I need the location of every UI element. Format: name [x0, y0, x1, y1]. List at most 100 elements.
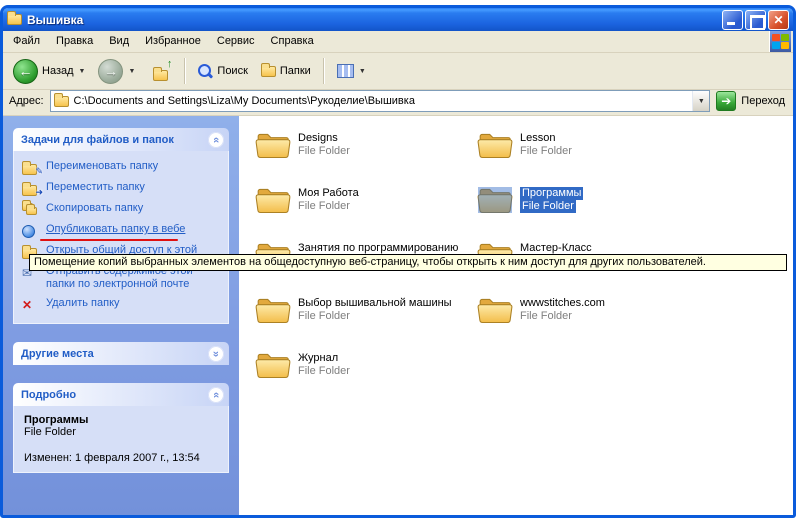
folders-label: Папки	[280, 65, 311, 77]
windows-logo	[769, 31, 791, 52]
address-folder-icon	[54, 96, 69, 107]
file-item[interactable]: DesignsFile Folder	[255, 130, 469, 185]
collapse-chevron-icon[interactable]: «	[208, 387, 224, 403]
file-type: File Folder	[520, 200, 576, 213]
rename-folder-icon: ✎	[22, 160, 40, 175]
go-label: Переход	[741, 95, 785, 107]
forward-button[interactable]: → ▼	[93, 55, 140, 88]
details-header[interactable]: Подробно «	[13, 383, 229, 406]
file-name: wwwstitches.com	[520, 297, 605, 310]
file-tasks-title: Задачи для файлов и папок	[21, 134, 174, 146]
file-name: Выбор вышивальной машины	[298, 297, 452, 310]
go-icon: ➔	[716, 91, 736, 111]
file-type: File Folder	[520, 310, 572, 323]
window-folder-icon	[7, 14, 22, 25]
address-path[interactable]: C:\Documents and Settings\Liza\My Docume…	[74, 95, 688, 107]
details-type: File Folder	[24, 426, 218, 438]
task-label: Скопировать папку	[46, 202, 222, 215]
window-controls	[722, 10, 789, 30]
screen: Вышивка Файл Правка Вид Избранное Сервис…	[0, 0, 796, 521]
menu-edit[interactable]: Правка	[48, 31, 101, 52]
forward-icon: →	[98, 59, 123, 84]
menu-help[interactable]: Справка	[263, 31, 322, 52]
forward-dropdown-icon[interactable]: ▼	[128, 68, 135, 75]
file-name: Designs	[298, 132, 338, 145]
expand-chevron-icon[interactable]: «	[208, 346, 224, 362]
views-icon	[337, 64, 354, 78]
file-tasks-body: ✎ Переименовать папку ➜ Переместить папк…	[13, 151, 229, 324]
task-publish-folder[interactable]: Опубликовать папку в вебе	[18, 220, 224, 241]
task-label: Переименовать папку	[46, 160, 222, 173]
folder-icon	[477, 185, 513, 214]
minimize-button[interactable]	[722, 10, 743, 30]
address-bar: Адрес: C:\Documents and Settings\Liza\My…	[3, 90, 793, 116]
details-body: Программы File Folder Изменен: 1 февраля…	[13, 406, 229, 473]
section-other-places: Другие места «	[13, 342, 229, 365]
go-button[interactable]: ➔ Переход	[716, 91, 787, 111]
file-tasks-header[interactable]: Задачи для файлов и папок «	[13, 128, 229, 151]
details-name: Программы	[24, 414, 218, 426]
file-item[interactable]: LessonFile Folder	[477, 130, 691, 185]
file-type: File Folder	[520, 145, 572, 158]
folders-button[interactable]: Папки	[256, 61, 316, 81]
search-button[interactable]: Поиск	[193, 60, 252, 83]
search-icon	[198, 64, 213, 79]
other-places-title: Другие места	[21, 348, 94, 360]
folder-icon	[255, 130, 291, 159]
task-pane: Задачи для файлов и папок « ✎ Переименов…	[3, 116, 239, 515]
up-button[interactable]: ↑	[143, 58, 177, 85]
menu-view[interactable]: Вид	[101, 31, 137, 52]
maximize-button[interactable]	[745, 10, 766, 30]
toolbar: ← Назад ▼ → ▼ ↑ Поиск Папки ▼	[3, 53, 793, 90]
task-label: Удалить папку	[46, 297, 222, 310]
folder-icon	[255, 185, 291, 214]
file-item-selected[interactable]: ПрограммыFile Folder	[477, 185, 691, 240]
main-area: Задачи для файлов и папок « ✎ Переименов…	[3, 116, 793, 515]
tooltip: Помещение копий выбранных элементов на о…	[29, 254, 787, 271]
task-label: Переместить папку	[46, 181, 222, 194]
explorer-window: Вышивка Файл Правка Вид Избранное Сервис…	[0, 5, 796, 518]
up-folder-icon: ↑	[148, 62, 172, 81]
task-delete-folder[interactable]: ✕ Удалить папку	[18, 294, 224, 315]
search-label: Поиск	[217, 65, 247, 77]
task-move-folder[interactable]: ➜ Переместить папку	[18, 178, 224, 199]
task-rename-folder[interactable]: ✎ Переименовать папку	[18, 157, 224, 178]
address-label: Адрес:	[9, 95, 44, 107]
close-button[interactable]	[768, 10, 789, 30]
file-item[interactable]: ЖурналFile Folder	[255, 350, 469, 405]
toolbar-separator	[184, 58, 186, 84]
task-label: Опубликовать папку в вебе	[46, 223, 222, 236]
back-dropdown-icon[interactable]: ▼	[79, 68, 86, 75]
other-places-header[interactable]: Другие места «	[13, 342, 229, 365]
folder-icon	[255, 295, 291, 324]
file-type: File Folder	[298, 200, 350, 213]
address-dropdown-button[interactable]: ▼	[692, 91, 709, 111]
folders-icon	[261, 66, 276, 77]
file-item[interactable]: Выбор вышивальной машиныFile Folder	[255, 295, 469, 350]
views-button[interactable]: ▼	[332, 60, 371, 82]
file-name: Журнал	[298, 352, 338, 365]
file-list-area[interactable]: DesignsFile Folder LessonFile Folder Моя…	[239, 116, 793, 515]
file-type: File Folder	[298, 365, 350, 378]
menubar: Файл Правка Вид Избранное Сервис Справка	[3, 31, 793, 53]
menu-tools[interactable]: Сервис	[209, 31, 263, 52]
file-item[interactable]: wwwstitches.comFile Folder	[477, 295, 691, 350]
copy-folder-icon	[22, 202, 40, 217]
back-button[interactable]: ← Назад ▼	[8, 55, 90, 88]
toolbar-separator	[323, 58, 325, 84]
publish-folder-icon	[22, 223, 40, 238]
back-label: Назад	[42, 65, 74, 77]
delete-folder-icon: ✕	[22, 297, 40, 312]
titlebar[interactable]: Вышивка	[3, 8, 793, 31]
folder-icon	[255, 350, 291, 379]
back-icon: ←	[13, 59, 38, 84]
address-combo[interactable]: C:\Documents and Settings\Liza\My Docume…	[50, 90, 711, 112]
menu-file[interactable]: Файл	[5, 31, 48, 52]
details-title: Подробно	[21, 389, 76, 401]
file-item[interactable]: Моя РаботаFile Folder	[255, 185, 469, 240]
collapse-chevron-icon[interactable]: «	[208, 132, 224, 148]
task-copy-folder[interactable]: Скопировать папку	[18, 199, 224, 220]
details-modified: Изменен: 1 февраля 2007 г., 13:54	[24, 452, 218, 464]
menu-favorites[interactable]: Избранное	[137, 31, 209, 52]
views-dropdown-icon[interactable]: ▼	[359, 68, 366, 75]
